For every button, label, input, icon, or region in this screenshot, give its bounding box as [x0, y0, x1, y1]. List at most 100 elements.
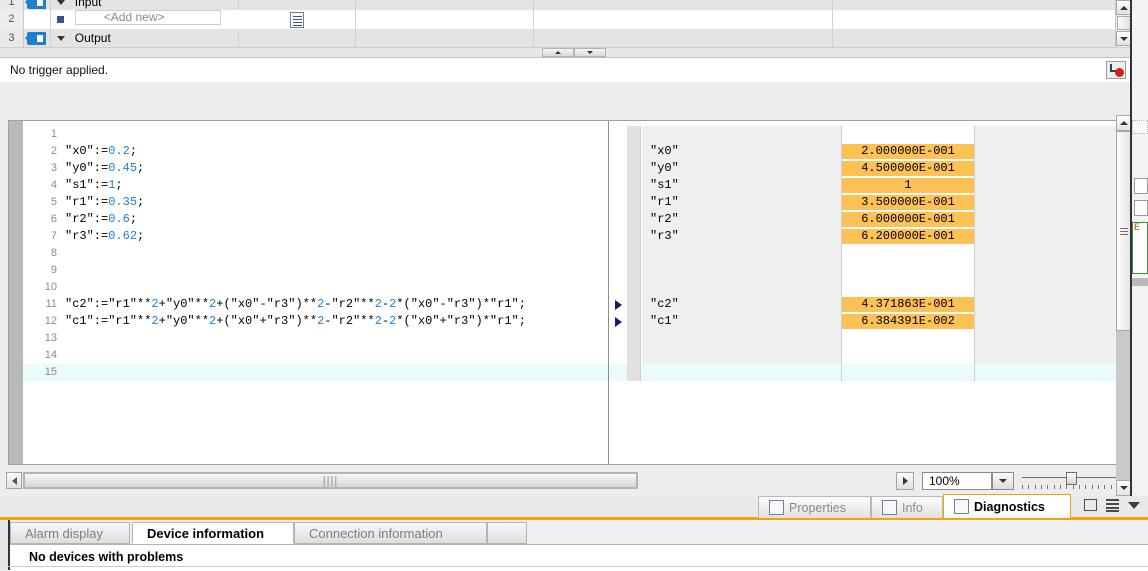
splitter-collapse-down-button[interactable] [574, 48, 606, 57]
monitor-trailing-cell [974, 262, 1123, 279]
interface-row-add-new[interactable]: 2 <Add new> [0, 10, 1132, 29]
line-text: "c2":="r1"**2+"y0"**2+("x0"-"r3")**2-"r2… [65, 297, 526, 311]
interface-cell[interactable] [833, 29, 1132, 48]
tab-diagnostics[interactable]: Diagnostics [943, 494, 1071, 518]
interface-cell[interactable] [534, 29, 833, 48]
code-line[interactable]: 11 "c2":="r1"**2+"y0"**2+("x0"-"r3")**2-"… [23, 296, 608, 313]
monitor-row[interactable]: "r3" 6.200000E-001 [609, 228, 1123, 245]
code-pane[interactable]: 1 2 "x0":=0.2; 3 "y0":=0.45; 4 "s1":=1; 5 "r1":=… [23, 121, 608, 464]
monitor-variable-value: 6.384391E-002 [842, 314, 974, 329]
code-line[interactable]: 7 "r3":=0.62; [23, 228, 608, 245]
interface-cell[interactable] [534, 10, 833, 29]
code-line[interactable]: 12 "c1":="r1"**2+"y0"**2+("x0"+"r3")**2-"… [23, 313, 608, 330]
monitor-row[interactable]: "c1" 6.384391E-002 [609, 313, 1123, 330]
add-new-label: <Add new> [103, 10, 165, 24]
monitor-row[interactable] [609, 262, 1123, 279]
monitor-variable-value [842, 331, 974, 346]
restore-window-icon[interactable] [1084, 499, 1097, 511]
chevron-down-icon [999, 479, 1007, 483]
adjacent-panel-sliver[interactable]: E [1130, 0, 1148, 496]
monitor-trailing-cell [974, 245, 1123, 262]
code-line[interactable]: 6 "r2":=0.6; [23, 211, 608, 228]
monitor-trailing-cell [974, 143, 1123, 160]
tab-label: Connection information [309, 526, 443, 541]
trigger-breakpoint-icon[interactable] [1106, 61, 1126, 79]
tab-properties[interactable]: Properties [758, 496, 871, 518]
monitor-row[interactable]: "r2" 6.000000E-001 [609, 211, 1123, 228]
code-line[interactable]: 15 [23, 364, 608, 381]
interface-cell[interactable] [833, 10, 1132, 29]
monitor-variable-name [642, 245, 842, 262]
list-view-icon[interactable] [1106, 499, 1119, 512]
list-editor-button[interactable] [239, 10, 357, 29]
tab-label: Device information [147, 526, 265, 541]
code-line[interactable]: 10 [23, 279, 608, 296]
panel-left-edge [0, 520, 10, 570]
editor-top-gap [0, 82, 1132, 115]
zoom-dropdown-button[interactable] [992, 472, 1014, 490]
hscroll-right-button[interactable] [896, 472, 914, 490]
monitor-gutter-cell [627, 126, 641, 143]
monitor-gutter-cell [627, 177, 641, 194]
line-number: 7 [50, 230, 57, 242]
add-new-field[interactable]: <Add new> [71, 10, 239, 29]
monitor-marker-cell [609, 279, 627, 296]
code-line[interactable]: 1 [23, 126, 608, 143]
code-line[interactable]: 8 [23, 245, 608, 262]
monitor-row[interactable]: "r1" 3.500000E-001 [609, 194, 1123, 211]
interface-cell[interactable] [356, 29, 534, 48]
monitor-trailing-cell [974, 313, 1123, 330]
monitor-row[interactable]: "c2" 4.371863E-001 [609, 296, 1123, 313]
interface-cell[interactable] [356, 10, 534, 29]
zoom-slider[interactable] [1022, 472, 1118, 492]
hscrollbar-thumb[interactable]: |||| [24, 473, 637, 488]
monitor-pane[interactable]: "x0" 2.000000E-001 "y0" 4.500000E-001 "s1" 1 "… [609, 121, 1123, 464]
monitor-row[interactable] [609, 279, 1123, 296]
code-line[interactable]: 4 "s1":=1; [23, 177, 608, 194]
tab-info[interactable]: Info [871, 496, 943, 518]
chevron-down-icon[interactable] [1128, 501, 1140, 509]
monitor-marker-cell [609, 262, 627, 279]
monitor-row[interactable] [609, 347, 1123, 364]
splitter-collapse-up-button[interactable] [542, 48, 574, 57]
expand-arrow-icon[interactable] [609, 313, 627, 330]
code-line[interactable]: 13 [23, 330, 608, 347]
tab-alarm-display[interactable]: Alarm display [10, 522, 130, 544]
monitor-marker-cell [609, 143, 627, 160]
monitor-variable-name: "c1" [642, 313, 842, 330]
code-line[interactable]: 3 "y0":=0.45; [23, 160, 608, 177]
grip-icon [1120, 226, 1128, 237]
chevron-down-icon[interactable] [51, 29, 71, 48]
tab-device-information[interactable]: Device information [132, 522, 294, 544]
expand-arrow-icon[interactable] [609, 296, 627, 313]
monitor-row[interactable] [609, 245, 1123, 262]
monitor-gutter-cell [627, 364, 641, 381]
monitor-marker-cell [609, 211, 627, 228]
monitor-marker-cell [609, 330, 627, 347]
code-line[interactable]: 2 "x0":=0.2; [23, 143, 608, 160]
monitor-row[interactable] [609, 330, 1123, 347]
editor-horizontal-scrollbar[interactable]: |||| [23, 472, 638, 489]
monitor-row[interactable] [609, 364, 1123, 381]
interface-cell[interactable] [239, 29, 357, 48]
monitor-row[interactable]: "s1" 1 [609, 177, 1123, 194]
monitor-row[interactable]: "x0" 2.000000E-001 [609, 143, 1123, 160]
code-line[interactable]: 5 "r1":=0.35; [23, 194, 608, 211]
scrollbar-thumb[interactable] [1117, 16, 1131, 30]
chevron-down-icon [1120, 36, 1128, 41]
monitor-row[interactable]: "y0" 4.500000E-001 [609, 160, 1123, 177]
monitor-row[interactable] [609, 126, 1123, 143]
monitor-trailing-cell [974, 126, 1123, 143]
monitor-trailing-cell [974, 160, 1123, 177]
monitor-variable-value: 4.500000E-001 [842, 161, 974, 176]
code-line[interactable]: 9 [23, 262, 608, 279]
trigger-status-bar: No trigger applied. [0, 57, 1132, 83]
monitor-marker-cell [609, 245, 627, 262]
interface-row-output[interactable]: 3 Output [0, 29, 1132, 48]
tab-connection-information[interactable]: Connection information [294, 522, 487, 544]
zoom-value[interactable]: 100% [922, 472, 992, 490]
zoom-slider-thumb[interactable] [1066, 472, 1077, 485]
code-line[interactable]: 14 [23, 347, 608, 364]
editor-gutter-strip[interactable] [9, 121, 23, 464]
hscroll-left-button[interactable] [6, 472, 22, 489]
